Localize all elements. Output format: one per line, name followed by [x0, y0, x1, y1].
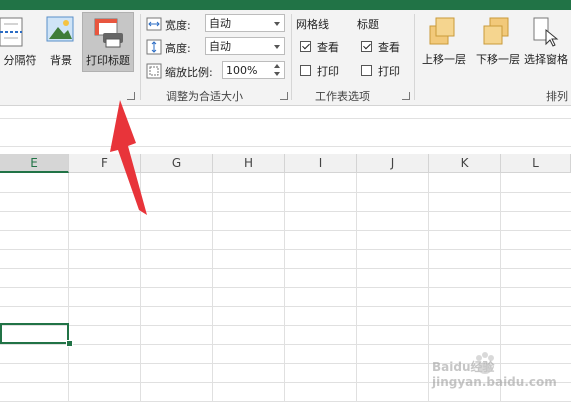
page-setup-launcher[interactable]: [127, 92, 135, 100]
spinner-up-icon[interactable]: [274, 64, 280, 68]
arrange-group-label: 排列: [546, 90, 568, 103]
sheet-options-group-label: 工作表选项: [315, 90, 370, 103]
gridlines-print-label: 打印: [317, 65, 339, 78]
chevron-down-icon: [274, 22, 280, 26]
fill-handle[interactable]: [66, 340, 73, 347]
bring-forward-button[interactable]: 上移一层: [418, 10, 470, 80]
grid-line: [0, 230, 571, 231]
group-separator: [414, 14, 415, 100]
grid-line: [0, 268, 571, 269]
column-header-e[interactable]: E: [0, 154, 69, 173]
background-image-icon: [46, 16, 74, 42]
width-value: 自动: [209, 17, 231, 30]
bring-forward-label: 上移一层: [422, 53, 466, 66]
background-label: 背景: [50, 54, 72, 67]
height-value: 自动: [209, 40, 231, 53]
grid-line: [0, 325, 571, 326]
formula-bar[interactable]: [0, 118, 571, 147]
grid-line: [0, 211, 571, 212]
height-label: 高度:: [165, 42, 191, 55]
column-header-k[interactable]: K: [429, 154, 501, 173]
width-icon: [146, 17, 162, 31]
gridlines-label: 网格线: [296, 18, 329, 31]
headings-print-label: 打印: [378, 65, 400, 78]
height-select[interactable]: 自动: [205, 37, 285, 55]
gridlines-view-checkbox[interactable]: [300, 41, 311, 52]
background-button[interactable]: 背景: [42, 10, 80, 90]
grid-line: [0, 249, 571, 250]
title-bar: [0, 0, 571, 10]
sheet-options-launcher[interactable]: [402, 92, 410, 100]
height-icon: [146, 39, 162, 55]
scale-value: 100%: [226, 64, 258, 77]
group-separator: [140, 14, 141, 100]
gridlines-print-checkbox[interactable]: [300, 65, 311, 76]
print-titles-button[interactable]: 打印标题: [82, 12, 134, 72]
grid-line: [0, 287, 571, 288]
headings-label: 标题: [357, 18, 379, 31]
ribbon-page-layout: 分隔符 背景 打印标题 宽度: 自动 高度: 自动 缩放比例: 100% 调整为…: [0, 10, 571, 106]
column-header-j[interactable]: J: [357, 154, 429, 173]
column-header-f[interactable]: F: [69, 154, 141, 173]
selection-pane-button[interactable]: 选择窗格: [524, 10, 571, 80]
watermark: Baidu经验 jingyan.baidu.com: [432, 350, 567, 390]
send-backward-icon: [483, 17, 509, 45]
gridlines-view-label: 查看: [317, 41, 339, 54]
send-backward-label: 下移一层: [476, 53, 520, 66]
bring-forward-icon: [429, 17, 455, 45]
scale-group-label: 调整为合适大小: [166, 90, 243, 103]
width-label: 宽度:: [165, 19, 191, 32]
watermark-text: Baidu经验 jingyan.baidu.com: [432, 360, 557, 389]
width-select[interactable]: 自动: [205, 14, 285, 32]
scale-group-launcher[interactable]: [280, 92, 288, 100]
ribbon-gap: [0, 106, 571, 118]
grid-line: [0, 192, 571, 193]
column-header-i[interactable]: I: [285, 154, 357, 173]
group-separator: [291, 14, 292, 100]
spinner-down-icon[interactable]: [274, 72, 280, 76]
breaks-label: 分隔符: [3, 54, 37, 67]
scale-spinner[interactable]: 100%: [222, 61, 285, 79]
headings-view-checkbox[interactable]: [361, 41, 372, 52]
scale-icon: [146, 63, 162, 79]
send-backward-button[interactable]: 下移一层: [472, 10, 524, 80]
scale-label: 缩放比例:: [165, 66, 213, 79]
headings-print-checkbox[interactable]: [361, 65, 372, 76]
selection-pane-label: 选择窗格: [524, 53, 568, 66]
print-titles-icon: [94, 18, 123, 48]
column-header-h[interactable]: H: [213, 154, 285, 173]
selection-pane-icon: [533, 17, 559, 47]
column-header-g[interactable]: G: [141, 154, 213, 173]
headings-view-label: 查看: [378, 41, 400, 54]
grid-line: [0, 306, 571, 307]
chevron-down-icon: [274, 45, 280, 49]
breaks-button[interactable]: 分隔符: [0, 10, 40, 90]
column-header-l[interactable]: L: [501, 154, 571, 173]
selected-cell[interactable]: [0, 323, 69, 344]
print-titles-label: 打印标题: [86, 54, 130, 67]
page-break-icon: [0, 17, 23, 47]
grid-line: [0, 344, 571, 345]
